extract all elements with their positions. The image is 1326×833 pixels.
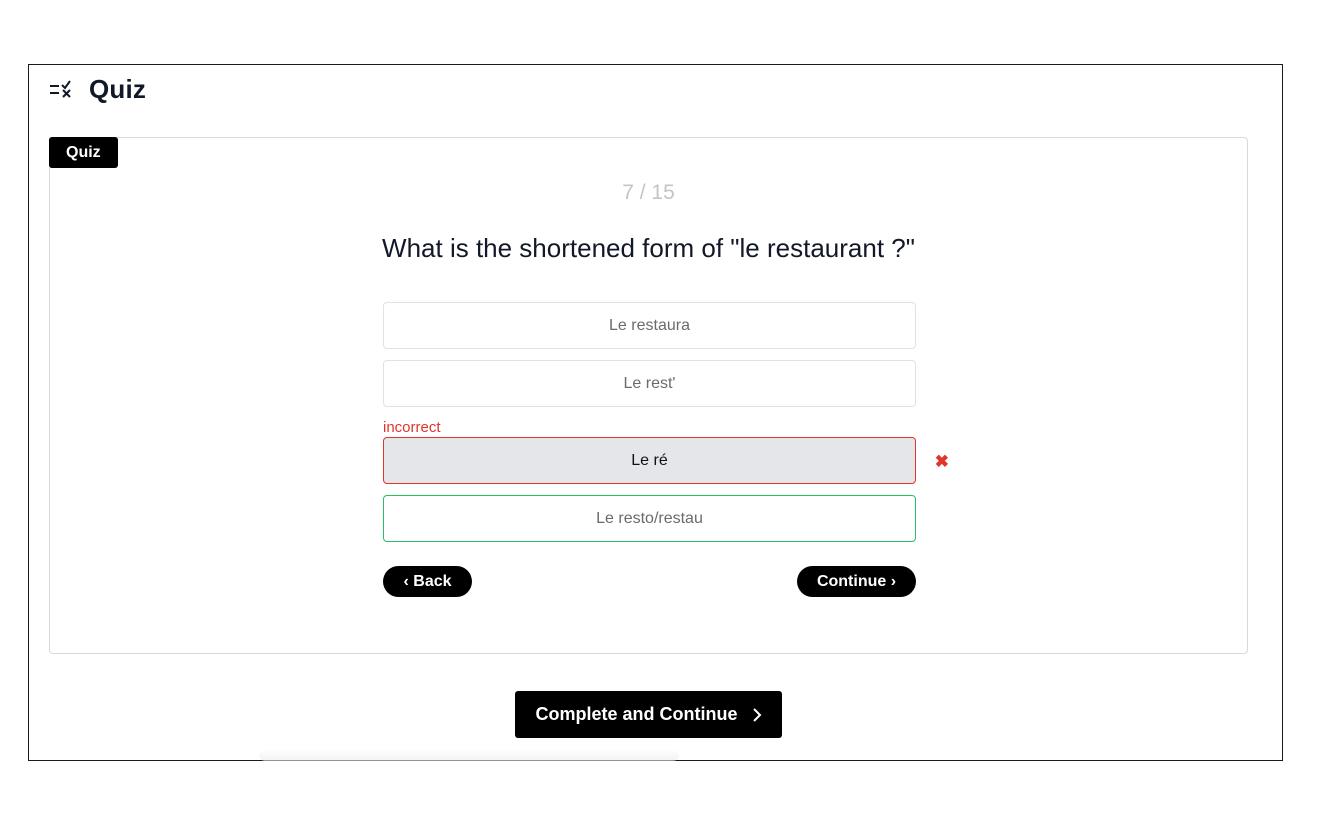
incorrect-feedback: incorrect bbox=[383, 419, 441, 436]
answer-option-label: Le resto/restau bbox=[596, 509, 703, 527]
answer-option-4[interactable]: Le resto/restau bbox=[383, 495, 916, 542]
quiz-tag: Quiz bbox=[49, 137, 118, 168]
answer-option-2[interactable]: Le rest' bbox=[383, 360, 916, 407]
complete-button-label: Complete and Continue bbox=[535, 704, 738, 724]
page-header: Quiz bbox=[49, 71, 146, 107]
answer-option-label: Le restaura bbox=[609, 316, 690, 334]
back-button[interactable]: ‹ Back bbox=[383, 566, 472, 597]
answer-options: Le restaura Le rest' incorrect Le ré ✖ L… bbox=[383, 302, 949, 553]
chevron-right-icon bbox=[752, 707, 762, 722]
answer-option-label: Le ré bbox=[631, 451, 668, 469]
answer-option-label: Le rest' bbox=[623, 374, 676, 392]
continue-button[interactable]: Continue › bbox=[797, 566, 916, 597]
answer-option-3[interactable]: Le ré ✖ bbox=[383, 437, 949, 484]
page-title: Quiz bbox=[89, 73, 147, 104]
lesson-frame: Quiz Quiz 7 / 15 What is the shortened f… bbox=[28, 64, 1283, 761]
quiz-list-check-icon bbox=[49, 77, 73, 101]
question-counter: 7 / 15 bbox=[622, 181, 675, 204]
decorative-shadow bbox=[259, 749, 679, 761]
quiz-card: Quiz 7 / 15 What is the shortened form o… bbox=[49, 137, 1248, 654]
question-text: What is the shortened form of "le restau… bbox=[382, 233, 915, 263]
incorrect-x-icon: ✖ bbox=[934, 452, 949, 471]
quiz-nav: ‹ Back Continue › bbox=[383, 566, 916, 597]
answer-option-1[interactable]: Le restaura bbox=[383, 302, 916, 349]
complete-and-continue-button[interactable]: Complete and Continue bbox=[515, 691, 782, 738]
